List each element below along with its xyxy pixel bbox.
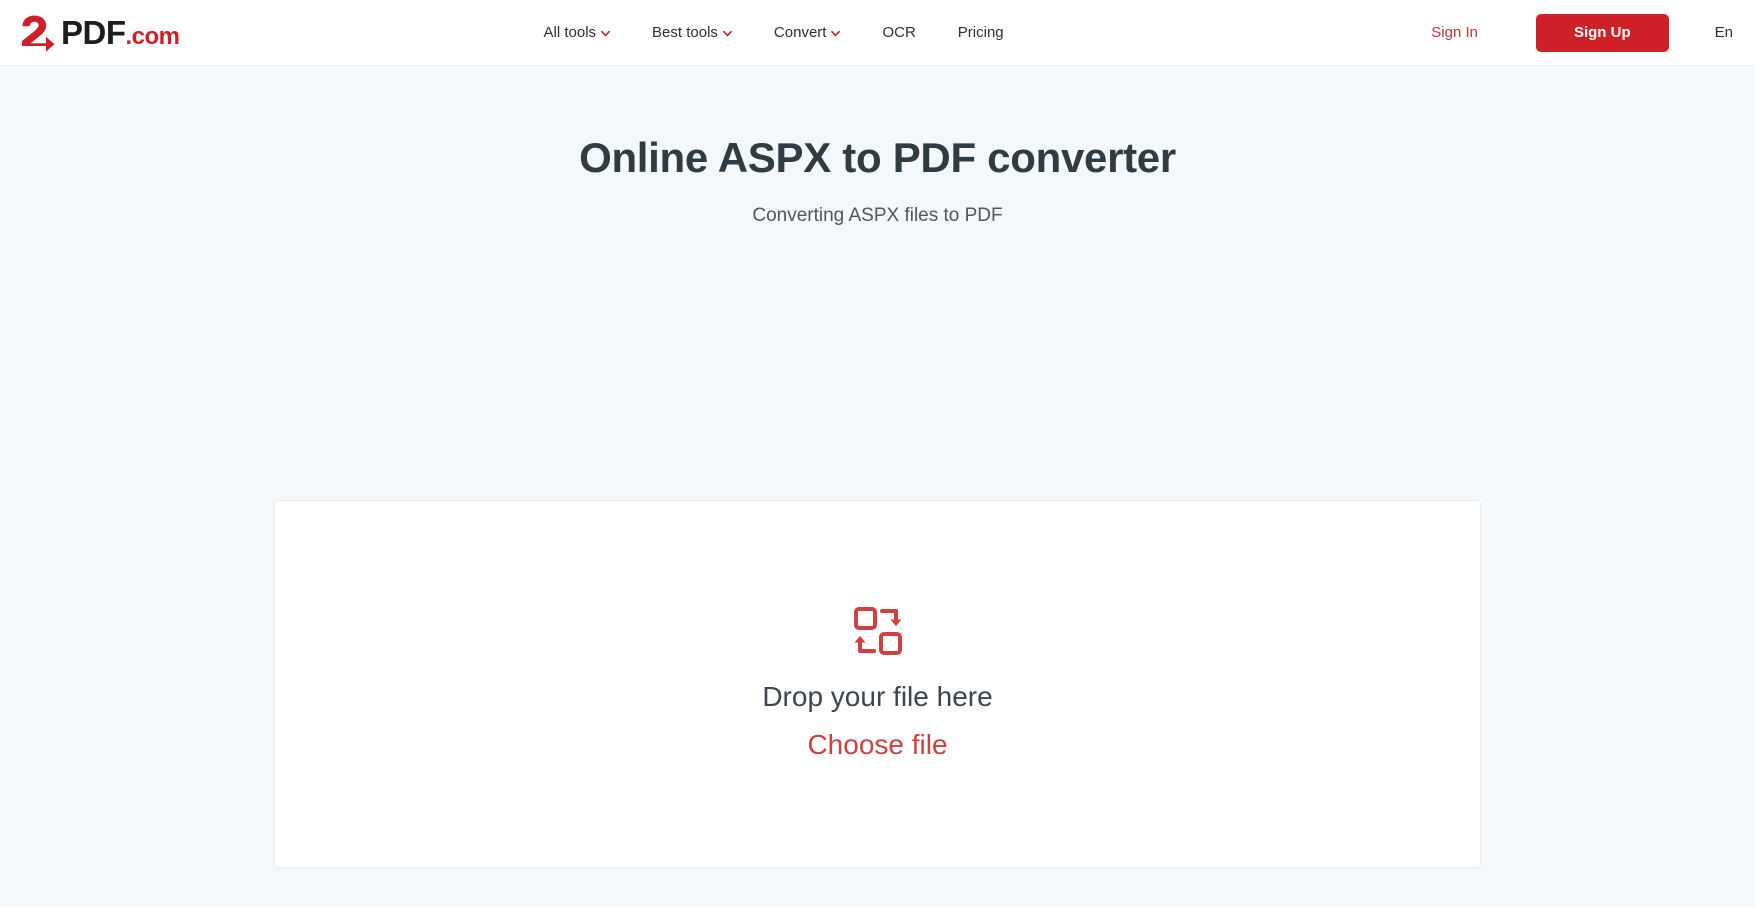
logo-2pdf[interactable]: PDF .com — [16, 11, 180, 55]
sign-up-button[interactable]: Sign Up — [1535, 13, 1669, 52]
main-navigation: All tools Best tools Convert OCR Pricing — [544, 24, 1004, 41]
sign-in-link[interactable]: Sign In — [1431, 24, 1478, 41]
nav-item-convert[interactable]: Convert — [774, 24, 841, 41]
nav-item-pricing[interactable]: Pricing — [958, 24, 1004, 41]
nav-item-ocr[interactable]: OCR — [882, 24, 915, 41]
logo-com-text: .com — [125, 23, 181, 50]
convert-icon — [853, 606, 903, 656]
language-selector[interactable]: En — [1715, 24, 1733, 41]
chevron-down-icon — [601, 29, 610, 38]
logo-arrow-two-icon — [16, 11, 60, 55]
main-content: Online ASPX to PDF converter Converting … — [0, 66, 1755, 907]
nav-item-best-tools[interactable]: Best tools — [652, 24, 732, 41]
file-dropzone[interactable]: Drop your file here Choose file — [274, 500, 1481, 868]
nav-item-label: All tools — [543, 24, 597, 41]
page-subtitle: Converting ASPX files to PDF — [752, 205, 1003, 226]
logo-pdf-text: PDF — [61, 14, 126, 51]
chevron-down-icon — [723, 29, 732, 38]
header-actions: Sign In Sign Up En — [1431, 13, 1733, 52]
nav-item-label: Convert — [773, 24, 827, 41]
nav-item-all-tools[interactable]: All tools — [544, 24, 611, 41]
site-header: PDF .com All tools Best tools Convert OC… — [0, 0, 1755, 66]
chevron-down-icon — [831, 29, 841, 38]
nav-item-label: Best tools — [652, 24, 718, 41]
dropzone-instruction: Drop your file here — [762, 681, 993, 713]
nav-item-label: Pricing — [957, 24, 1004, 41]
nav-item-label: OCR — [882, 24, 916, 41]
page-title: Online ASPX to PDF converter — [579, 134, 1176, 181]
logo-wordmark: PDF .com — [61, 16, 180, 49]
choose-file-button[interactable]: Choose file — [807, 728, 947, 762]
